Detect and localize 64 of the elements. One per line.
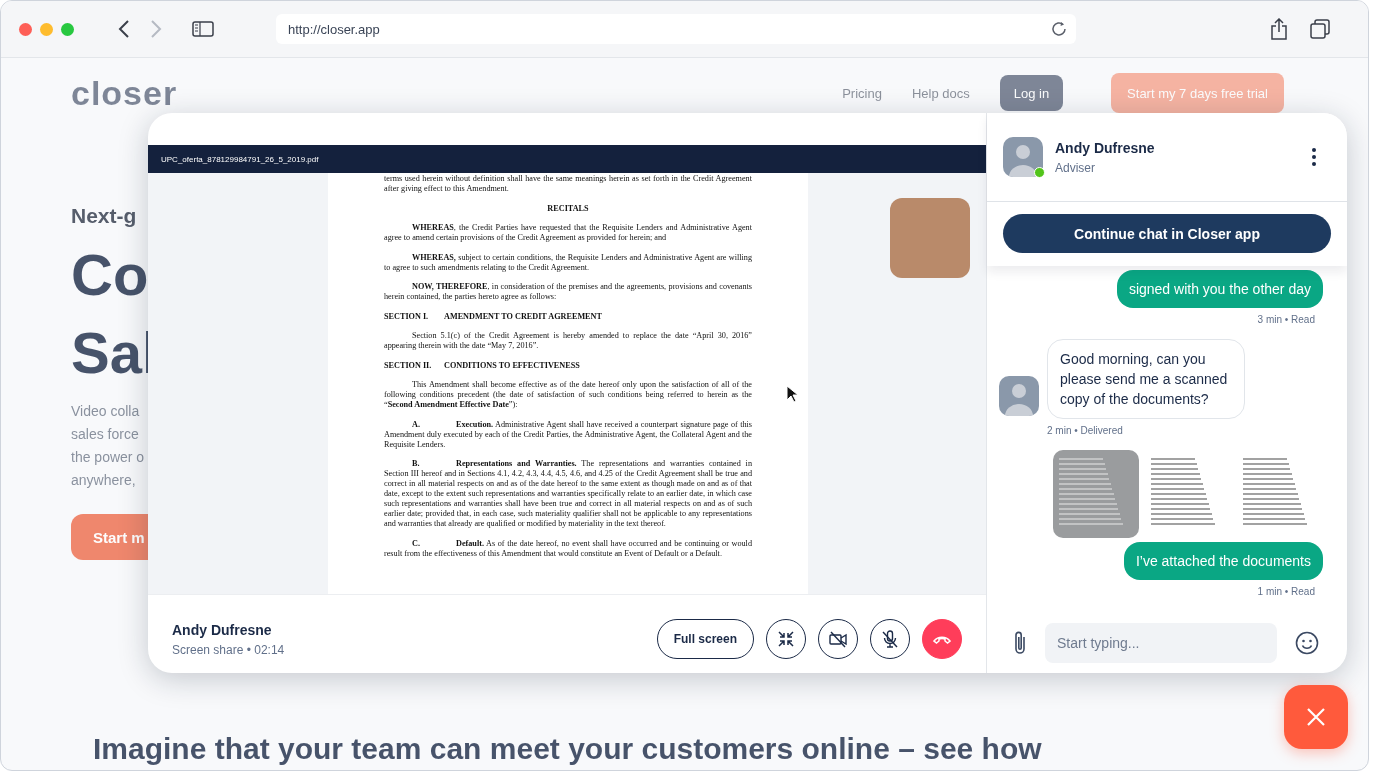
site-logo[interactable]: closer <box>71 73 178 113</box>
share-icon[interactable] <box>1270 18 1288 40</box>
url-text: http://closer.app <box>288 21 380 37</box>
hero-text: sales force <box>71 425 139 444</box>
hero-title: Co <box>71 241 149 309</box>
message-status: 3 min • Read <box>1257 314 1316 325</box>
avatar <box>1003 137 1043 177</box>
login-button[interactable]: Log in <box>999 75 1064 111</box>
tabs-icon[interactable] <box>1310 19 1330 39</box>
call-status: Screen share • 02:14 <box>172 642 285 657</box>
close-icon <box>1306 707 1326 727</box>
hang-up-button[interactable] <box>922 619 962 659</box>
document-heading: RECITALS <box>546 203 590 214</box>
section-number: SECTION I. <box>384 311 430 322</box>
start-trial-button[interactable]: Start m <box>71 514 149 560</box>
close-window-button[interactable] <box>19 22 32 36</box>
document-paragraph: B. Representations and Warranties. The representations and warranties contained in Section III hereof and in Sections 4.1, 4.2, 4.3, 4.4, 4.5, 4.6, and 4.25 of the Credit Agreement shall be true and correct in all material respects on and as of the date hereof to the same extent as though made on and as of that date, except to the extent such representations and warranties specifically relate to an earlier date, in which case such representations and warranties shall have been true and correct in all material respects on and as of such earlier date; provided that, in each case, such materiality qualifier shall not be applicable to any representations and warranties that already are qualified or modified by materiality in the text thereof. <box>384 459 752 529</box>
mute-toggle-button[interactable] <box>870 619 910 659</box>
pointer-icon <box>786 385 800 403</box>
section-number: SECTION II. <box>384 360 433 371</box>
paperclip-icon[interactable] <box>1013 630 1027 656</box>
contact-name: Andy Dufresne <box>1055 139 1156 156</box>
document-paragraph: A. Execution. Administrative Agent shall have received a counterpart signature page of this Amendment duly executed by each of the Credit Parties, the Administrative Agent, the Collateral Agent and the Requisite Lenders. <box>384 419 752 450</box>
message-status: 1 min • Read <box>1257 586 1316 597</box>
nav-link[interactable]: Pricing <box>842 85 882 101</box>
microphone-icon-off <box>881 630 899 648</box>
message-bubble: Good morning, can you please send me a scanned copy of the documents? <box>1047 339 1245 419</box>
camera-toggle-button[interactable] <box>818 619 858 659</box>
nav-link[interactable]: Help docs <box>911 85 970 101</box>
reload-icon[interactable] <box>1050 20 1068 38</box>
back-icon[interactable] <box>118 20 130 38</box>
document-paragraph: Section 5.1(c) of the Credit Agreement is hereby amended to replace the date “April 30, 2016” appearing therein with the date “May 7, 2016”. <box>384 331 752 351</box>
section-title: CONDITIONS TO EFFECTIVENESS <box>444 360 580 371</box>
message-input[interactable]: Start typing... <box>1045 623 1277 663</box>
continue-chat-button[interactable]: Continue chat in Closer app <box>1003 214 1331 253</box>
document-paragraph: C. Default. As of the date hereof, no event shall have occurred and be continuing or would result from the effectiveness of this Amendment that would constitute an Event of Default or a Default. <box>384 538 752 559</box>
message-status: 2 min • Delivered <box>1046 425 1124 436</box>
trial-button[interactable]: Start my 7 days free trial <box>1111 73 1284 113</box>
camera-icon-off <box>829 630 847 648</box>
sidebar-icon[interactable] <box>192 21 214 37</box>
message-bubble: signed with you the other day <box>1116 270 1323 308</box>
caller-name: Andy Dufresne <box>172 621 273 638</box>
message-bubble: I’ve attached the documents <box>1123 542 1323 580</box>
exit-full-screen-button[interactable] <box>766 619 806 659</box>
section-title: AMENDMENT TO CREDIT AGREEMENT <box>444 311 602 322</box>
document-paragraph: terms used herein without definition shall have the same meanings herein as set forth in the Credit Agreement after giving effect to this Amendment. <box>384 174 752 194</box>
contact-role: Adviser <box>1055 160 1096 175</box>
close-chat-button[interactable] <box>1284 685 1348 749</box>
emoji-icon[interactable] <box>1295 631 1319 655</box>
document-filename: UPC_oferta_878129984791_26_5_2019.pdf <box>161 154 319 164</box>
document-paragraph: WHEREAS, the Credit Parties have requested that the Requisite Lenders and Administrative Agent agree to amend certain provisions of the Credit Agreement as provided for herein; and <box>384 223 752 243</box>
full-screen-button[interactable]: Full screen <box>656 619 754 659</box>
hero-text: the power o <box>71 448 145 467</box>
avatar <box>999 376 1039 416</box>
hero-text: anywhere, <box>71 471 136 490</box>
more-options-icon[interactable] <box>1311 147 1317 167</box>
address-bar[interactable]: http://closer.app <box>276 14 1076 44</box>
collapse-icon <box>777 630 795 648</box>
hero-eyebrow: Next-g <box>71 204 137 228</box>
document-paragraph: WHEREAS, subject to certain conditions, the Requisite Lenders and Administrative Agent are willing to agree to such amendments relating to the Credit Agreement. <box>384 252 752 273</box>
section-heading: Imagine that your team can meet your customers online – see how <box>93 732 1042 766</box>
document-paragraph: This Amendment shall become effective as of the date hereof only upon the satisfaction of all of the following conditions precedent (the date of satisfaction of such conditions being referred to herein as the “Second Amendment Effective Date”): <box>384 380 752 410</box>
document-paragraph: NOW, THEREFORE, in consideration of the premises and the agreements, provisions and covenants herein contained, the parties hereto agree as follows: <box>384 282 752 302</box>
hero-text: Video colla <box>71 402 140 421</box>
